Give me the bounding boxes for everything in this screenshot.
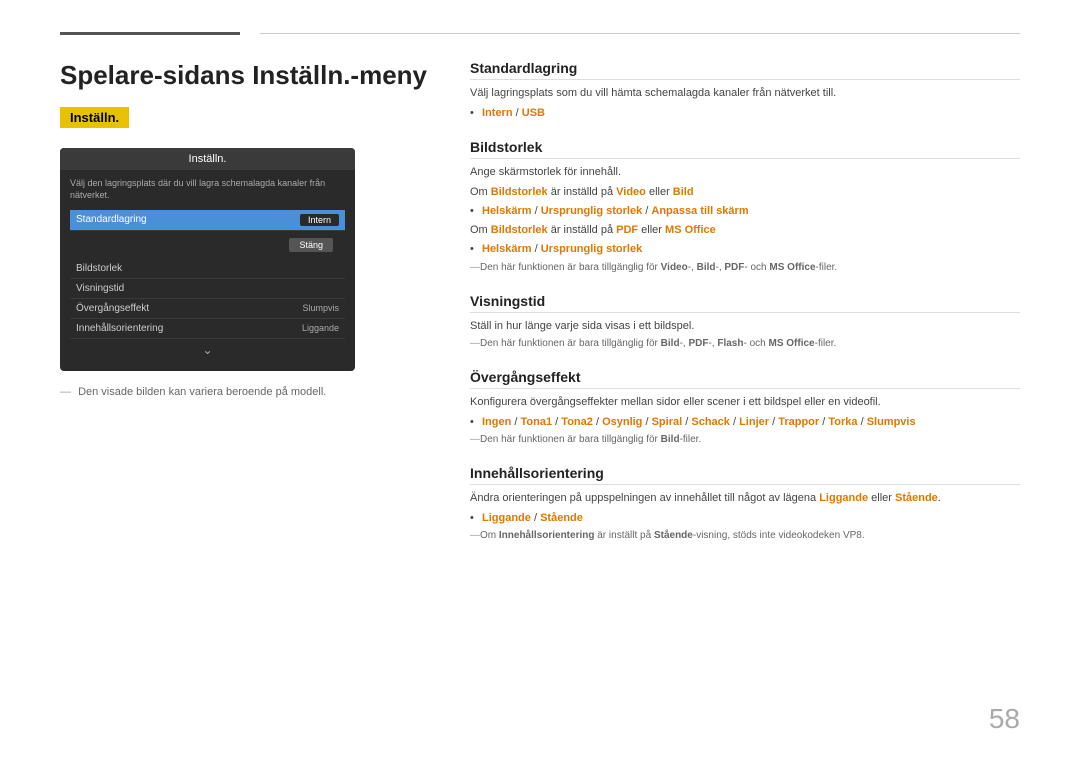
right-column: Standardlagring Välj lagringsplats som d… (470, 60, 1020, 561)
page-title: Spelare-sidans Inställn.-meny (60, 60, 430, 91)
link-ingen: Ingen (482, 416, 511, 428)
note-bold-pdf-v: PDF (688, 338, 708, 349)
menu-label: Bildstorlek (76, 263, 122, 274)
link-ursprunglig: Ursprunglig storlek (541, 205, 642, 217)
link-linjer: Linjer (739, 416, 769, 428)
link-osynlig: Osynlig (602, 416, 642, 428)
section-visningstid: Visningstid Ställ in hur länge varje sid… (470, 293, 1020, 352)
link-helskarm-2: Helskärm (482, 243, 532, 255)
link-bildstorlek-2: Bildstorlek (491, 224, 548, 236)
screen-subtitle: Välj den lagringsplats där du vill lagra… (70, 178, 345, 201)
screen-body: Välj den lagringsplats där du vill lagra… (60, 170, 355, 370)
link-liggande-2: Liggande (482, 512, 531, 524)
section-text-bildstorlek-2: Om Bildstorlek är inställd på Video elle… (470, 184, 1020, 201)
note-innehallsorientering: Om Innehållsorientering är inställt på S… (470, 529, 1020, 543)
top-line-dark (60, 32, 240, 35)
link-ursprunglig-2: Ursprunglig storlek (541, 243, 642, 255)
link-msoffice: MS Office (665, 224, 716, 236)
note-bold-flash: Flash (717, 338, 743, 349)
link-tona1: Tona1 (521, 416, 553, 428)
section-title-visningstid: Visningstid (470, 293, 1020, 313)
section-title-bildstorlek: Bildstorlek (470, 139, 1020, 159)
close-button[interactable]: Stäng (289, 238, 333, 252)
bullet-innehallsorientering: Liggande / Stående (470, 510, 1020, 527)
menu-item-bildstorlek[interactable]: Bildstorlek (70, 259, 345, 279)
model-note: — Den visade bilden kan variera beroende… (60, 385, 430, 400)
section-title-standardlagring: Standardlagring (470, 60, 1020, 80)
section-text-visningstid: Ställ in hur länge varje sida visas i et… (470, 318, 1020, 335)
menu-item-innehallsorientering[interactable]: Innehållsorientering Liggande (70, 319, 345, 339)
menu-item-overgangsseffekt[interactable]: Övergångseffekt Slumpvis (70, 299, 345, 319)
top-decoration (60, 32, 1020, 35)
menu-item-visningstid[interactable]: Visningstid (70, 279, 345, 299)
chevron-down: ⌄ (70, 339, 345, 363)
link-stående-2: Stående (540, 512, 583, 524)
link-stående: Stående (895, 492, 938, 504)
page-number: 58 (989, 703, 1020, 735)
note-overgangsseffekt: Den här funktionen är bara tillgänglig f… (470, 433, 1020, 447)
menu-label: Standardlagring (76, 214, 147, 225)
link-slumpvis: Slumpvis (867, 416, 916, 428)
menu-label: Innehållsorientering (76, 323, 163, 334)
link-usb: USB (522, 107, 545, 119)
section-text-overgangsseffekt: Konfigurera övergångseffekter mellan sid… (470, 394, 1020, 411)
link-pdf: PDF (616, 224, 638, 236)
link-trappor: Trappor (778, 416, 819, 428)
menu-item-standardlagring[interactable]: Standardlagring Intern (70, 210, 345, 231)
menu-value: Slumpvis (302, 303, 339, 313)
section-standardlagring: Standardlagring Välj lagringsplats som d… (470, 60, 1020, 121)
bullet-overgangsseffekt: Ingen / Tona1 / Tona2 / Osynlig / Spiral… (470, 414, 1020, 431)
screen-header: Inställn. (60, 148, 355, 170)
badge-installn: Inställn. (60, 107, 129, 128)
note-visningstid: Den här funktionen är bara tillgänglig f… (470, 337, 1020, 351)
link-tona2: Tona2 (561, 416, 593, 428)
note-bold-stående: Stående (654, 530, 693, 541)
section-bildstorlek: Bildstorlek Ange skärmstorlek för innehå… (470, 139, 1020, 275)
bullet-bildstorlek-pdf: Helskärm / Ursprunglig storlek (470, 241, 1020, 258)
note-content: Den visade bilden kan variera beroende p… (78, 386, 326, 398)
left-column: Spelare-sidans Inställn.-meny Inställn. … (60, 60, 430, 400)
section-overgangsseffekt: Övergångseffekt Konfigurera övergångseff… (470, 369, 1020, 447)
note-bold-msoffice-v: MS Office (768, 338, 814, 349)
section-text-innehallsorientering: Ändra orienteringen på uppspelningen av … (470, 490, 1020, 507)
note-bildstorlek: Den här funktionen är bara tillgänglig f… (470, 261, 1020, 275)
link-schack: Schack (691, 416, 730, 428)
menu-value: Intern (300, 214, 339, 226)
menu-label: Visningstid (76, 283, 124, 294)
link-bild: Bild (673, 186, 694, 198)
link-torka: Torka (828, 416, 857, 428)
note-bold-bild-o: Bild (661, 434, 680, 445)
link-bildstorlek: Bildstorlek (491, 186, 548, 198)
menu-value: Liggande (302, 323, 339, 333)
note-bold-innehall: Innehållsorientering (499, 530, 595, 541)
top-line-light (260, 33, 1020, 34)
section-text-bildstorlek-3: Om Bildstorlek är inställd på PDF eller … (470, 222, 1020, 239)
section-title-innehallsorientering: Innehållsorientering (470, 465, 1020, 485)
screen-simulation: Inställn. Välj den lagringsplats där du … (60, 148, 355, 370)
note-dash: — (60, 386, 71, 398)
link-helskarm: Helskärm (482, 205, 532, 217)
link-video: Video (616, 186, 646, 198)
bullet-intern-usb: Intern / USB (470, 105, 1020, 122)
note-bold-bild-v: Bild (661, 338, 680, 349)
note-bold-pdf: PDF (724, 262, 744, 273)
link-anpassa: Anpassa till skärm (651, 205, 748, 217)
bullet-bildstorlek-video: Helskärm / Ursprunglig storlek / Anpassa… (470, 203, 1020, 220)
section-innehallsorientering: Innehållsorientering Ändra orienteringen… (470, 465, 1020, 543)
note-bold-bild: Bild (697, 262, 716, 273)
link-liggande: Liggande (819, 492, 868, 504)
note-bold-msoffice: MS Office (769, 262, 815, 273)
note-bold-video: Video (661, 262, 688, 273)
section-text-standardlagring: Välj lagringsplats som du vill hämta sch… (470, 85, 1020, 102)
link-spiral: Spiral (652, 416, 683, 428)
page-container: Spelare-sidans Inställn.-meny Inställn. … (0, 0, 1080, 763)
menu-label: Övergångseffekt (76, 303, 149, 314)
section-text-bildstorlek-1: Ange skärmstorlek för innehåll. (470, 164, 1020, 181)
link-intern: Intern (482, 107, 513, 119)
section-title-overgangsseffekt: Övergångseffekt (470, 369, 1020, 389)
